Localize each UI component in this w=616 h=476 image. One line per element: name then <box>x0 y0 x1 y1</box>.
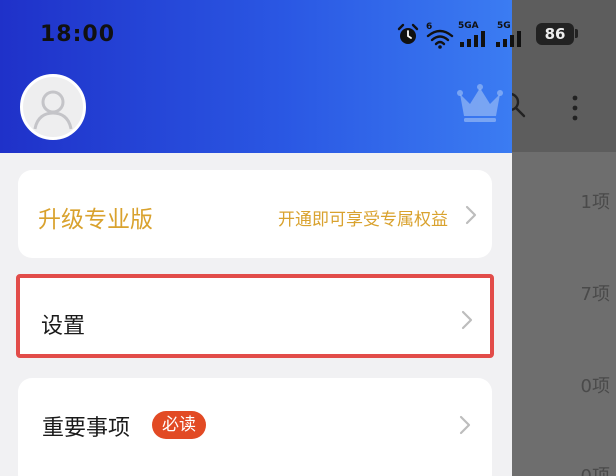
important-title: 重要事项 <box>42 416 131 441</box>
more-vertical-icon[interactable] <box>566 94 584 124</box>
upgrade-title: 升级专业版 <box>38 207 153 233</box>
important-items-item[interactable]: 重要事项 必读 <box>18 378 492 476</box>
signal-icon <box>496 31 521 47</box>
chevron-right-icon <box>461 310 473 330</box>
status-icons: 6 5GA 5G 86 <box>396 18 608 52</box>
signal-label: 5G <box>497 21 511 31</box>
battery-icon: 86 <box>536 23 574 45</box>
battery-terminal <box>575 29 578 38</box>
settings-item[interactable]: 设置 <box>16 274 494 358</box>
navigation-drawer: 升级专业版 开通即可享受专属权益 设置 重要事项 必读 <box>0 0 512 476</box>
avatar[interactable] <box>20 74 86 140</box>
screen: 1项 7项 0项 0项 升级专业版 开通即可享受专属权益 <box>0 0 616 476</box>
settings-title: 设置 <box>41 314 86 339</box>
chevron-right-icon <box>465 205 477 225</box>
signal-label: 5GA <box>458 21 479 31</box>
wifi-icon <box>426 29 454 49</box>
alarm-icon <box>397 23 419 44</box>
signal-icon <box>460 31 485 47</box>
user-icon <box>33 90 73 130</box>
upgrade-subtitle: 开通即可享受专属权益 <box>278 210 448 230</box>
list-item-count: 7项 <box>580 284 610 305</box>
list-item-count: 0项 <box>580 376 610 397</box>
must-read-badge: 必读 <box>152 411 206 439</box>
upgrade-pro-card[interactable]: 升级专业版 开通即可享受专属权益 <box>18 170 492 258</box>
crown-icon[interactable] <box>456 82 504 124</box>
list-item-count: 0项 <box>540 462 610 476</box>
status-time: 18:00 <box>40 22 116 47</box>
list-item-count: 1项 <box>580 192 610 213</box>
chevron-right-icon <box>459 415 471 435</box>
